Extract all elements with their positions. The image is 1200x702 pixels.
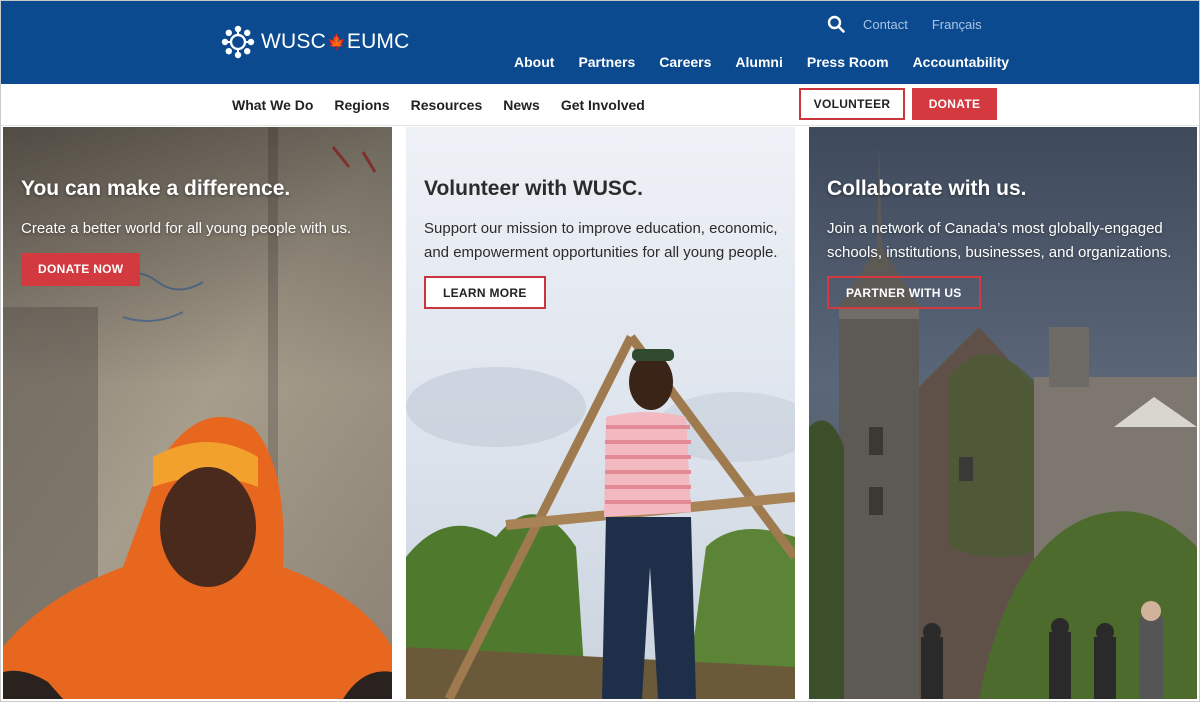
- partner-with-us-button[interactable]: PARTNER WITH US: [827, 276, 981, 309]
- panel-text: Support our mission to improve education…: [424, 220, 778, 261]
- main-nav-press-room[interactable]: Press Room: [807, 54, 889, 70]
- panel-title: You can make a difference.: [21, 177, 291, 200]
- brand-name-right: EUMC: [346, 30, 410, 53]
- sub-nav-what-we-do[interactable]: What We Do: [232, 97, 313, 113]
- sub-nav-news[interactable]: News: [503, 97, 540, 113]
- panel-collaborate: Collaborate with us. Join a network of C…: [809, 127, 1197, 699]
- brand-wordmark: WUSC 🍁 EUMC: [261, 30, 410, 54]
- panel-collaborate-content: Collaborate with us. Join a network of C…: [827, 177, 1183, 309]
- main-nav-alumni[interactable]: Alumni: [735, 54, 782, 70]
- utility-nav: Contact Français: [827, 15, 1006, 33]
- maple-leaf-icon: 🍁: [326, 34, 346, 51]
- panel-text: Join a network of Canada’s most globally…: [827, 220, 1172, 261]
- learn-more-button[interactable]: LEARN MORE: [424, 276, 546, 309]
- panel-volunteer-content: Volunteer with WUSC. Support our mission…: [424, 177, 781, 309]
- brand-name-left: WUSC: [261, 30, 326, 53]
- donate-button[interactable]: DONATE: [912, 88, 997, 120]
- panel-volunteer: Volunteer with WUSC. Support our mission…: [406, 127, 795, 699]
- secondary-header: What We Do Regions Resources News Get In…: [1, 84, 1199, 126]
- top-header: WUSC 🍁 EUMC Contact Français About Partn…: [1, 1, 1199, 84]
- main-nav: About Partners Careers Alumni Press Room…: [514, 54, 1033, 70]
- main-nav-partners[interactable]: Partners: [578, 54, 635, 70]
- panel-text: Create a better world for all young peop…: [21, 220, 352, 237]
- main-nav-about[interactable]: About: [514, 54, 554, 70]
- panel-title: Volunteer with WUSC.: [424, 177, 643, 200]
- panel-donate-content: You can make a difference. Create a bett…: [21, 177, 378, 286]
- snowflake-logo-icon: [221, 25, 255, 59]
- main-nav-accountability[interactable]: Accountability: [913, 54, 1009, 70]
- contact-link[interactable]: Contact: [863, 17, 908, 32]
- donate-now-button[interactable]: DONATE NOW: [21, 252, 141, 286]
- panel-donate: You can make a difference. Create a bett…: [3, 127, 392, 699]
- sub-nav-regions[interactable]: Regions: [334, 97, 389, 113]
- volunteer-button[interactable]: VOLUNTEER: [799, 88, 905, 120]
- panel-title: Collaborate with us.: [827, 177, 1027, 200]
- brand-logo[interactable]: WUSC 🍁 EUMC: [221, 25, 410, 59]
- search-icon[interactable]: [827, 15, 845, 33]
- language-link[interactable]: Français: [932, 17, 982, 32]
- sub-nav-resources[interactable]: Resources: [411, 97, 483, 113]
- secondary-nav: What We Do Regions Resources News Get In…: [232, 97, 666, 113]
- main-nav-careers[interactable]: Careers: [659, 54, 711, 70]
- sub-nav-get-involved[interactable]: Get Involved: [561, 97, 645, 113]
